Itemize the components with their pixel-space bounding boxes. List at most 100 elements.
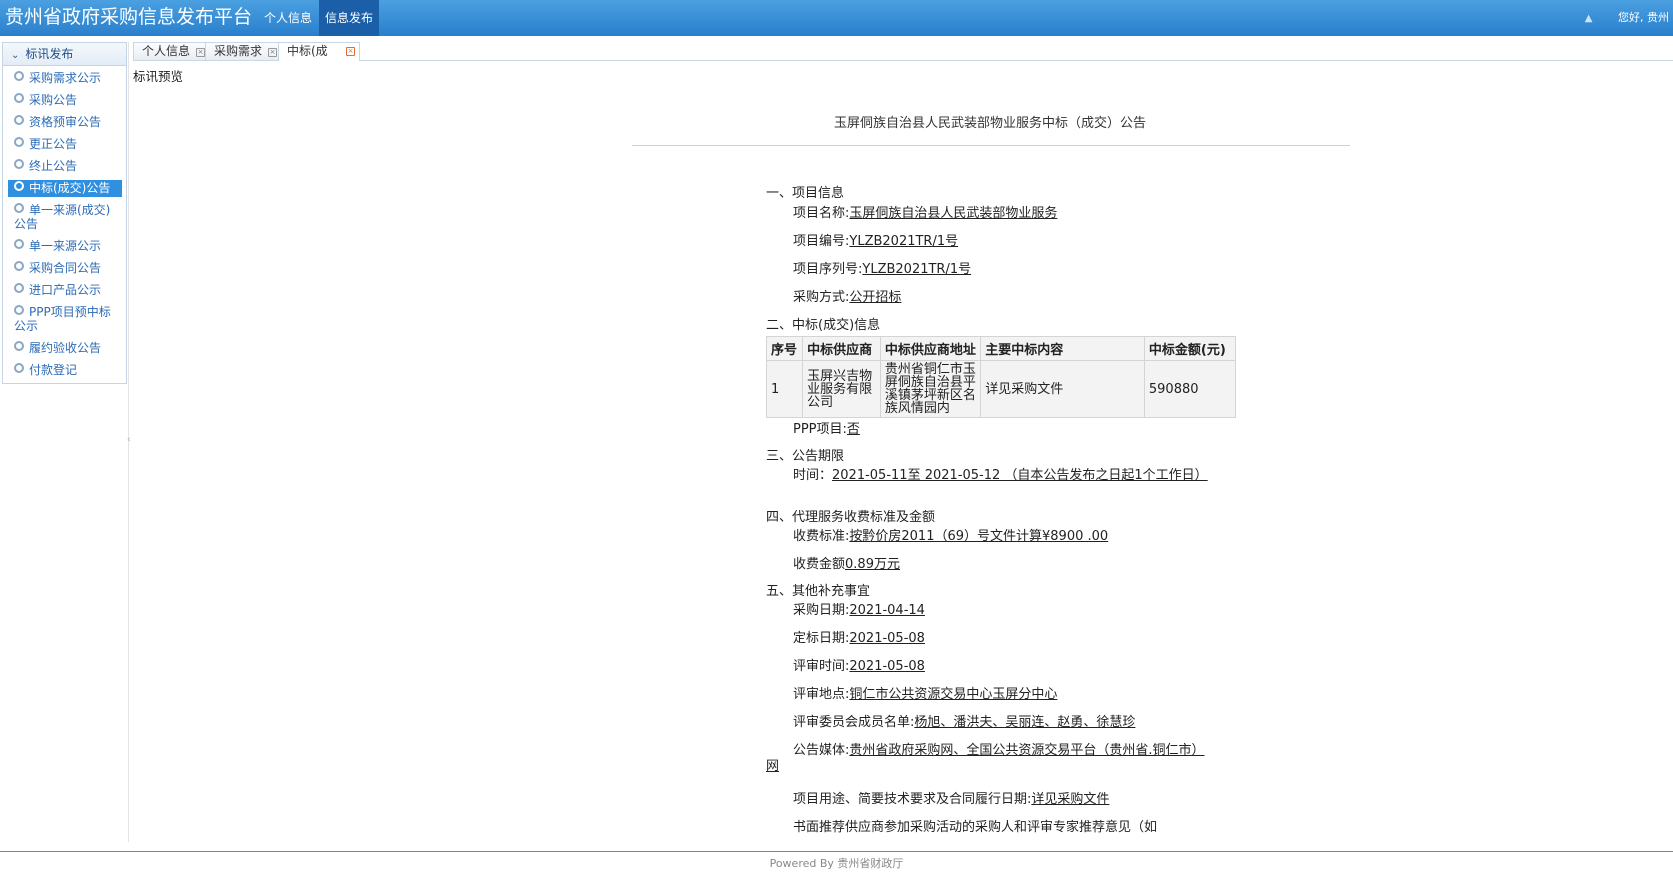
sidebar-item-purchase-notice[interactable]: 采购公告 [8, 92, 122, 109]
sidebar-item-label: 进口产品公示 [29, 283, 102, 297]
sidebar: ⌄ 标讯发布 采购需求公示 采购公告 资格预审公告 更正公告 终止公告 中标(成交… [2, 42, 127, 384]
nav-personal-info[interactable]: 个人信息 [258, 0, 318, 36]
purchase-date-row: 采购日期:2021-04-14 [793, 603, 925, 619]
ppp-row: PPP项目:否 [793, 422, 860, 438]
fee-amount-row: 收费金额0.89万元 [793, 557, 900, 573]
arrow-up-icon[interactable]: ▲ [1585, 1, 1593, 37]
tab-personal-info[interactable]: 个人信息 × [133, 42, 211, 60]
sidebar-item-demand-notice[interactable]: 采购需求公示 [8, 70, 122, 87]
app-title: 贵州省政府采购信息发布平台 [5, 6, 253, 28]
bullet-icon [14, 159, 24, 169]
table-header: 序号 [765, 336, 804, 361]
usage-value: 详见采购文件 [1031, 792, 1110, 807]
recommend-row: 书面推荐供应商参加采购活动的采购人和评审专家推荐意见（如 [793, 820, 1158, 835]
bullet-icon [14, 93, 24, 103]
method-value: 公开招标 [849, 290, 902, 305]
title-divider [632, 145, 1350, 146]
table-cell: 贵州省铜仁市玉屏侗族自治县平溪镇茅坪新区名族风情园内 [879, 360, 982, 418]
project-seq-row: 项目序列号:YLZB2021TR/1号 [793, 262, 971, 278]
sidebar-item-single-source-publicity[interactable]: 单一来源公示 [8, 238, 122, 255]
tab-bar: 个人信息 × 采购需求 × 中标(成 × [133, 42, 1673, 61]
table-header: 中标供应商 [802, 336, 881, 361]
sidebar-item-label: 更正公告 [29, 137, 78, 151]
close-icon[interactable]: × [196, 48, 206, 57]
tab-label: 中标(成 [287, 44, 328, 58]
top-bar: 贵州省政府采购信息发布平台 个人信息 信息发布 ▲ 您好, 贵州 [0, 0, 1673, 36]
bullet-icon [14, 71, 24, 81]
sidebar-item-label: 采购合同公告 [29, 261, 102, 275]
field-label: 采购方式: [793, 290, 850, 305]
sidebar-item-label: 资格预审公告 [29, 115, 102, 129]
field-label: 项目名称: [793, 206, 850, 221]
table-row: 1 玉屏兴吉物业服务有限公司 贵州省铜仁市玉屏侗族自治县平溪镇茅坪新区名族风情园… [765, 360, 1237, 418]
sidebar-item-label: 单一来源(成交)公告 [14, 203, 111, 231]
fee-standard-value: 按黔价房2011（69）号文件计算¥8900 .00 [849, 529, 1109, 544]
user-greeting[interactable]: 您好, 贵州 [1618, 11, 1669, 24]
sidebar-item-label: 单一来源公示 [29, 239, 102, 253]
nav-info-publish[interactable]: 信息发布 [319, 0, 380, 36]
field-label: 评审时间: [793, 659, 850, 674]
sidebar-item-ppp-pre-award[interactable]: PPP项目预中标公示 [8, 304, 122, 335]
field-label: 项目编号: [793, 234, 850, 249]
table-header: 中标金额(元) [1143, 336, 1237, 361]
sidebar-header-label: 标讯发布 [25, 47, 74, 61]
field-label: 评审地点: [793, 687, 850, 702]
bullet-icon [14, 181, 24, 191]
section-heading: 一、项目信息 [766, 186, 845, 201]
project-seq-value: YLZB2021TR/1号 [862, 262, 972, 277]
bullet-icon [14, 341, 24, 351]
sidebar-item-payment-register[interactable]: 付款登记 [8, 362, 122, 379]
collapse-handle-icon[interactable]: ‹ [127, 435, 131, 445]
section-heading: 五、其他补充事宜 [766, 584, 871, 599]
section-heading: 三、公告期限 [766, 449, 845, 464]
sidebar-item-award-notice[interactable]: 中标(成交)公告 [8, 180, 122, 197]
bullet-icon [14, 115, 24, 125]
table-header: 中标供应商地址 [879, 336, 982, 361]
sidebar-item-termination-notice[interactable]: 终止公告 [8, 158, 122, 175]
footer-text: Powered By 贵州省财政厅 [769, 857, 904, 870]
table-cell: 详见采购文件 [980, 360, 1145, 418]
chevron-down-icon: ⌄ [11, 50, 20, 61]
table-header-row: 序号 中标供应商 中标供应商地址 主要中标内容 中标金额(元) [765, 336, 1237, 361]
section-heading: 二、中标(成交)信息 [766, 318, 881, 333]
close-icon[interactable]: × [268, 48, 278, 57]
table-cell: 玉屏兴吉物业服务有限公司 [802, 360, 881, 418]
tab-purchase-demand[interactable]: 采购需求 × [205, 42, 283, 60]
user-area: ▲ 您好, 贵州 [1585, 0, 1669, 36]
review-time-row: 评审时间:2021-05-08 [793, 659, 925, 675]
usage-row: 项目用途、简要技术要求及合同履行日期:详见采购文件 [793, 792, 1109, 808]
committee-row: 评审委员会成员名单:杨旭、潘洪夫、吴丽连、赵勇、徐慧珍 [793, 715, 1135, 731]
tab-award-notice[interactable]: 中标(成 × [278, 42, 360, 61]
project-no-row: 项目编号:YLZB2021TR/1号 [793, 234, 958, 250]
fee-standard-row: 收费标准:按黔价房2011（69）号文件计算¥8900 .00 [793, 529, 1108, 545]
sidebar-item-single-source-award[interactable]: 单一来源(成交)公告 [8, 202, 122, 233]
sidebar-item-label: 付款登记 [29, 363, 78, 377]
notice-title: 玉屏侗族自治县人民武装部物业服务中标（成交）公告 [833, 116, 1146, 131]
field-label: 收费标准: [793, 529, 850, 544]
sidebar-item-label: 中标(成交)公告 [29, 181, 111, 195]
bullet-icon [14, 363, 24, 373]
sidebar-item-label: 终止公告 [29, 159, 78, 173]
field-label: 评审委员会成员名单: [793, 715, 915, 730]
period-row: 时间：2021-05-11至 2021-05-12 （自本公告发布之日起1个工作… [766, 468, 1216, 484]
table-cell: 1 [765, 360, 804, 418]
sidebar-item-acceptance-notice[interactable]: 履约验收公告 [8, 340, 122, 357]
sidebar-item-import-publicity[interactable]: 进口产品公示 [8, 282, 122, 299]
field-label: 时间： [793, 468, 833, 483]
close-icon[interactable]: × [346, 47, 355, 56]
field-label: PPP项目: [793, 422, 847, 437]
award-date-value: 2021-05-08 [849, 631, 925, 646]
sidebar-item-correction-notice[interactable]: 更正公告 [8, 136, 122, 153]
field-label: 收费金额 [793, 557, 846, 572]
sidebar-item-label: 采购需求公示 [29, 71, 102, 85]
sidebar-item-contract-notice[interactable]: 采购合同公告 [8, 260, 122, 277]
media-row: 公告媒体:贵州省政府采购网、全国公共资源交易平台（贵州省.铜仁市）网 [766, 743, 1216, 775]
bullet-icon [14, 305, 24, 315]
award-table: 序号 中标供应商 中标供应商地址 主要中标内容 中标金额(元) 1 玉屏兴吉物业… [765, 336, 1237, 418]
bullet-icon [14, 137, 24, 147]
bullet-icon [14, 261, 24, 271]
sidebar-item-label: 履约验收公告 [29, 341, 102, 355]
sidebar-header[interactable]: ⌄ 标讯发布 [3, 43, 126, 66]
bullet-icon [14, 239, 24, 249]
sidebar-item-prequal-notice[interactable]: 资格预审公告 [8, 114, 122, 131]
